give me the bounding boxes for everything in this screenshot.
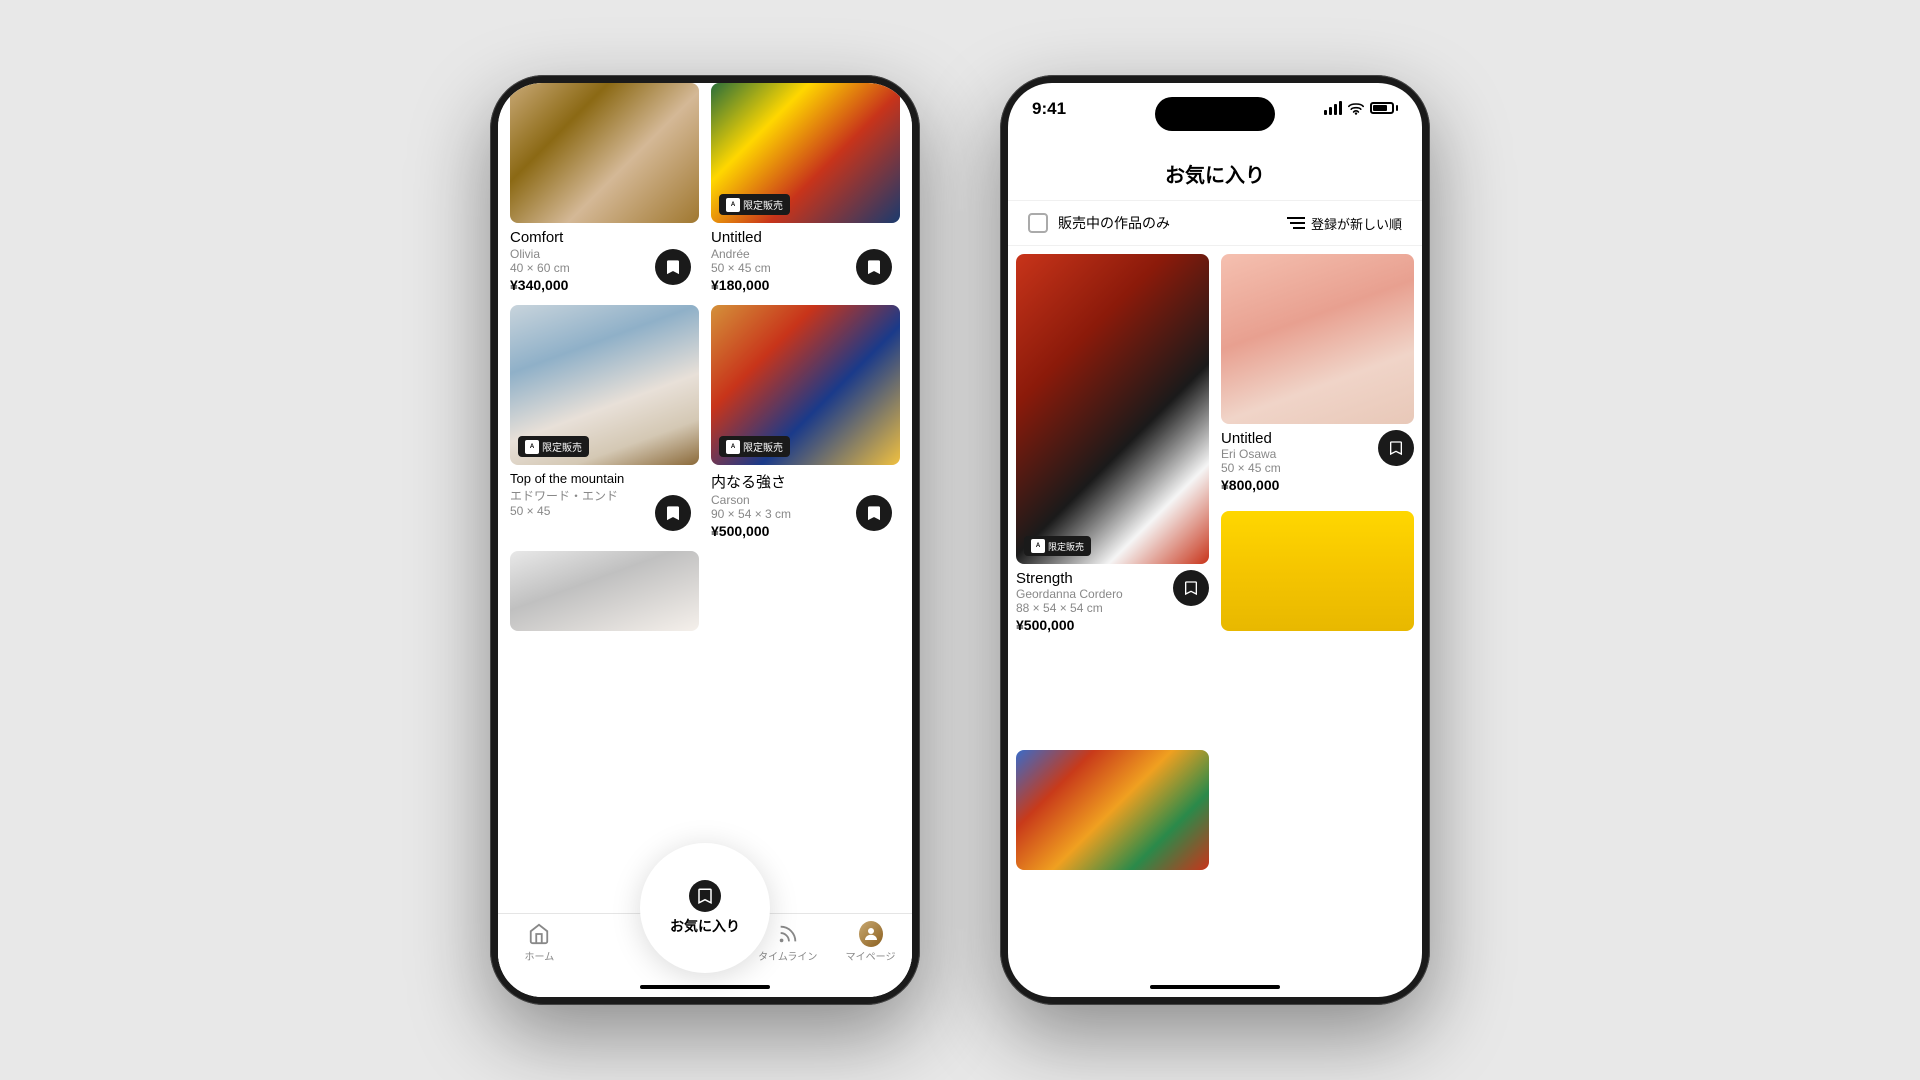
art-info-strength: Strength Geordanna Cordero 88 × 54 × 54 … (1016, 564, 1209, 639)
badge-logo-inner-strength: A (726, 440, 740, 454)
artwork-image-mountain: A 限定販売 (510, 305, 699, 465)
page-title: お気に入り (1008, 143, 1422, 201)
favorites-bubble-icon (689, 880, 721, 912)
artwork-grid-left: Comfort Olivia 40 × 60 cm ¥340,000 (498, 83, 912, 643)
artwork-image-grey (510, 551, 699, 631)
artworks-grid-right: A 限定販売 Strength Geordanna Cordero 88 × 5… (1008, 246, 1422, 977)
home-bar-right (1150, 985, 1280, 989)
limited-badge-mountain: A 限定販売 (518, 436, 589, 457)
art-card-yellow[interactable] (1221, 511, 1414, 631)
sort-icon (1287, 216, 1305, 230)
left-phone-screen: Comfort Olivia 40 × 60 cm ¥340,000 (498, 83, 912, 997)
artwork-card-inner-strength[interactable]: A 限定販売 内なる強さ Carson 90 × 54 × 3 cm ¥500,… (711, 305, 900, 539)
nav-item-mypage[interactable]: マイページ (829, 922, 912, 963)
sort-label: 登録が新しい順 (1311, 214, 1402, 233)
bookmark-button-untitled-right[interactable] (1378, 430, 1414, 466)
rss-icon (776, 922, 800, 946)
available-only-label: 販売中の作品のみ (1058, 213, 1170, 233)
artwork-image-untitled-left: A 限定販売 (711, 83, 900, 223)
artwork-image-inner-strength: A 限定販売 (711, 305, 900, 465)
right-phone-screen: 9:41 (1008, 83, 1422, 997)
art-image-untitled-right (1221, 254, 1414, 424)
bookmark-button-comfort[interactable] (655, 249, 691, 285)
artwork-title-mountain: Top of the mountain (510, 471, 699, 486)
art-price-strength: ¥500,000 (1016, 617, 1209, 633)
badge-logo-mountain: A (525, 440, 539, 454)
limited-badge-inner-strength: A 限定販売 (719, 436, 790, 457)
battery-icon (1370, 102, 1398, 114)
bookmark-button-strength[interactable] (1173, 570, 1209, 606)
favorites-bubble-label: お気に入り (670, 916, 740, 936)
art-card-untitled-right[interactable]: Untitled Eri Osawa 50 × 45 cm ¥800,000 (1221, 254, 1414, 499)
artwork-card-untitled-left[interactable]: A 限定販売 Untitled Andrée 50 × 45 cm ¥180,0… (711, 83, 900, 293)
signal-icon (1324, 101, 1342, 115)
art-size-untitled-right: 50 × 45 cm (1221, 461, 1414, 475)
nav-label-home: ホーム (525, 948, 555, 963)
artwork-card-comfort[interactable]: Comfort Olivia 40 × 60 cm ¥340,000 (510, 83, 699, 293)
art-image-colorful (1016, 750, 1209, 870)
person-icon (859, 922, 883, 946)
art-size-strength: 88 × 54 × 54 cm (1016, 601, 1209, 615)
artwork-card-mountain[interactable]: A 限定販売 Top of the mountain エドワード・エンド 50 … (510, 305, 699, 539)
status-icons (1324, 101, 1398, 115)
home-indicator-left (640, 985, 770, 989)
right-column: Untitled Eri Osawa 50 × 45 cm ¥800,000 (1221, 254, 1414, 738)
bookmark-button-mountain[interactable] (655, 495, 691, 531)
home-indicator-right (1008, 977, 1422, 997)
artwork-title-inner-strength: 内なる強さ (711, 471, 900, 492)
status-area: 9:41 (1008, 83, 1422, 143)
left-phone: Comfort Olivia 40 × 60 cm ¥340,000 (490, 75, 920, 1005)
badge-logo-strength: A (1031, 539, 1045, 553)
sort-button[interactable]: 登録が新しい順 (1287, 214, 1402, 233)
favorites-bubble[interactable]: お気に入り (640, 843, 770, 973)
dynamic-island (1155, 97, 1275, 131)
bookmark-button-untitled-left[interactable] (856, 249, 892, 285)
artwork-image-comfort (510, 83, 699, 223)
scene: Comfort Olivia 40 × 60 cm ¥340,000 (0, 0, 1920, 1080)
artwork-title-comfort: Comfort (510, 229, 699, 246)
limited-badge-strength: A 限定販売 (1024, 536, 1091, 556)
right-screen-content: 9:41 (1008, 83, 1422, 997)
badge-logo: A (726, 198, 740, 212)
nav-label-mypage: マイページ (846, 948, 896, 963)
art-card-strength[interactable]: A 限定販売 Strength Geordanna Cordero 88 × 5… (1016, 254, 1209, 738)
left-screen-content: Comfort Olivia 40 × 60 cm ¥340,000 (498, 83, 912, 997)
filter-left: 販売中の作品のみ (1028, 213, 1170, 233)
available-only-checkbox[interactable] (1028, 213, 1048, 233)
art-card-colorful[interactable] (1016, 750, 1209, 969)
artwork-card-grey (510, 551, 699, 631)
art-image-yellow (1221, 511, 1414, 631)
filter-bar: 販売中の作品のみ 登録が新しい順 (1008, 201, 1422, 246)
nav-item-home[interactable]: ホーム (498, 922, 581, 963)
bookmark-button-inner-strength[interactable] (856, 495, 892, 531)
nav-label-timeline: タイムライン (758, 948, 817, 963)
artwork-title-untitled-left: Untitled (711, 229, 900, 246)
limited-badge-untitled-left: A 限定販売 (719, 194, 790, 215)
art-price-untitled-right: ¥800,000 (1221, 477, 1414, 493)
home-icon (527, 922, 551, 946)
art-image-strength: A 限定販売 (1016, 254, 1209, 564)
art-info-untitled-right: Untitled Eri Osawa 50 × 45 cm ¥800,000 (1221, 424, 1414, 499)
status-time: 9:41 (1032, 99, 1066, 119)
right-phone: 9:41 (1000, 75, 1430, 1005)
wifi-icon (1348, 101, 1364, 115)
